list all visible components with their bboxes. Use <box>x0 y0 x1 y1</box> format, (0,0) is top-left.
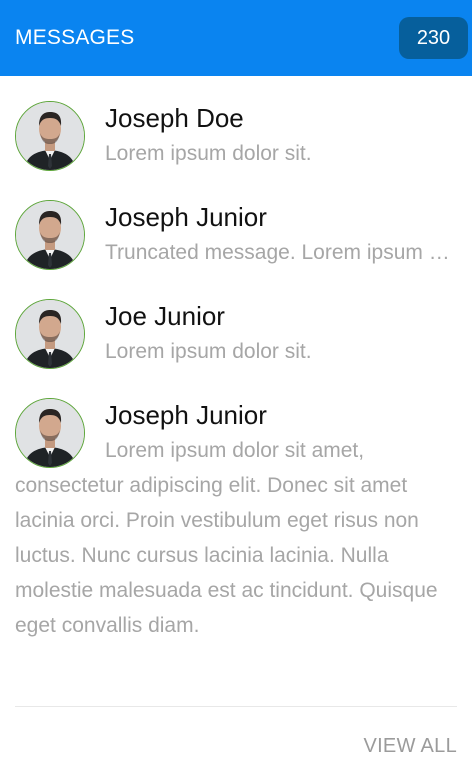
message-preview: Lorem ipsum dolor sit. <box>105 142 312 165</box>
user-avatar-icon <box>15 200 85 270</box>
message-item[interactable]: Joseph Doe Lorem ipsum dolor sit. <box>15 100 457 171</box>
message-count-badge: 230 <box>399 17 468 59</box>
message-item[interactable]: Joseph Junior Truncated message. Lorem i… <box>15 199 457 270</box>
message-preview: Lorem ipsum dolor sit. <box>105 340 312 363</box>
message-preview: Truncated message. Lorem ipsum dolor sit… <box>105 241 457 264</box>
messages-header: MESSAGES 230 <box>0 0 472 76</box>
message-preview: Lorem ipsum dolor sit amet, consectetur … <box>15 439 438 637</box>
message-item[interactable]: Joe Junior Lorem ipsum dolor sit. <box>15 298 457 369</box>
view-all-link[interactable]: VIEW ALL <box>363 735 457 757</box>
message-item[interactable]: Joseph Junior Lorem ipsum dolor sit amet… <box>15 397 457 643</box>
message-list: Joseph Doe Lorem ipsum dolor sit. Joseph… <box>0 76 472 643</box>
widget-footer: VIEW ALL <box>363 735 457 758</box>
user-avatar-icon <box>15 398 85 468</box>
user-avatar-icon <box>15 101 85 171</box>
user-avatar-icon <box>15 299 85 369</box>
messages-widget: MESSAGES 230 Joseph Doe Lorem ipsum dolo… <box>0 0 472 780</box>
footer-divider <box>15 706 457 707</box>
header-title: MESSAGES <box>15 26 135 49</box>
